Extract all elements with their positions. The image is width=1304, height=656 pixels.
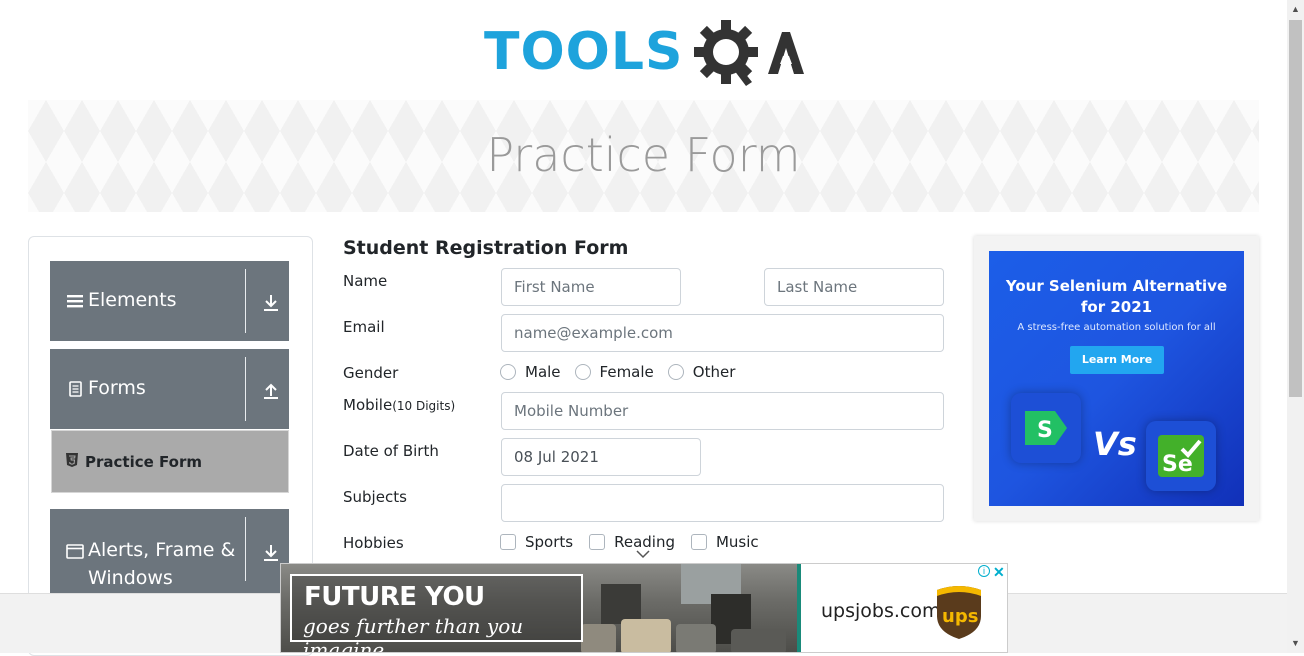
selenium-icon: Se <box>1158 435 1204 477</box>
hobby-option-reading[interactable]: Reading <box>589 533 675 551</box>
gender-option-other[interactable]: Other <box>667 363 736 381</box>
checkbox[interactable] <box>500 534 516 550</box>
first-name-input[interactable] <box>501 268 681 306</box>
ad-headline-line1: Your Selenium Alternative <box>1005 277 1228 295</box>
sidebar-group-elements[interactable]: Elements <box>50 261 289 341</box>
download-arrow-icon[interactable] <box>262 293 280 313</box>
chevron-down-icon[interactable] <box>636 549 650 559</box>
gear-magnifier-icon <box>694 20 804 86</box>
svg-text:ups: ups <box>942 606 978 627</box>
logo-text: TOOLS <box>484 22 684 82</box>
scrollbar-thumb[interactable] <box>1289 20 1302 397</box>
divider <box>245 357 246 421</box>
form-title: Student Registration Form <box>343 237 629 259</box>
ad-headline-line2: for 2021 <box>1080 298 1153 316</box>
ad-photo: FUTURE YOU goes further than you imagine… <box>281 564 797 652</box>
sidebar-item-label: Practice Form <box>85 453 202 471</box>
subjects-label: Subjects <box>343 488 407 506</box>
toolsqa-logo[interactable]: TOOLS <box>484 16 806 90</box>
email-input[interactable] <box>501 314 944 352</box>
sidebar-item-practice-form[interactable]: Practice Form <box>51 430 289 493</box>
sidebar-group-forms[interactable]: Forms <box>50 349 289 429</box>
ad-site-text: upsjobs.com <box>821 600 941 622</box>
radio-label: Female <box>599 363 654 381</box>
scroll-up-icon[interactable]: ▲ <box>1290 4 1301 15</box>
upload-arrow-icon[interactable] <box>262 381 280 401</box>
page-title: Practice Form <box>486 128 801 182</box>
checkbox[interactable] <box>690 534 707 550</box>
hobby-option-sports[interactable]: Sports <box>500 533 573 551</box>
sidebar-group-alerts[interactable]: Alerts, Frame & Windows <box>50 509 289 593</box>
ad-caption-line2: goes further than you imagine. <box>303 614 524 653</box>
mobile-label: Mobile(10 Digits) <box>343 396 455 414</box>
ad-headline: Your Selenium Alternative for 2021 <box>989 276 1244 318</box>
hobbies-label: Hobbies <box>343 534 404 552</box>
checkbox-label: Music <box>715 533 759 551</box>
gender-label: Gender <box>343 364 399 382</box>
mobile-label-text: Mobile <box>343 396 393 414</box>
radio-label: Other <box>692 363 736 381</box>
name-label: Name <box>343 272 388 290</box>
svg-text:S: S <box>1037 418 1053 443</box>
subjects-input[interactable] <box>501 484 944 522</box>
dob-label: Date of Birth <box>343 442 439 460</box>
download-arrow-icon[interactable] <box>262 543 280 563</box>
katalon-logo: S <box>1011 393 1081 463</box>
ups-logo-icon: ups <box>937 586 981 639</box>
learn-more-button[interactable]: Learn More <box>1070 346 1164 374</box>
gender-radio-group: Male Female Other <box>500 362 749 382</box>
gender-option-male[interactable]: Male <box>500 363 561 381</box>
radio-button[interactable] <box>500 364 516 380</box>
selenium-logo: Se <box>1146 421 1216 491</box>
radio-label: Male <box>525 363 561 381</box>
dob-input[interactable] <box>501 438 701 476</box>
ad-info-icon[interactable]: i <box>978 565 990 577</box>
ad-creative[interactable]: Your Selenium Alternative for 2021 A str… <box>989 251 1244 506</box>
scroll-down-icon[interactable]: ▼ <box>1290 638 1301 649</box>
radio-button[interactable] <box>574 364 591 380</box>
versus-text: Vs <box>1093 425 1137 463</box>
document-icon <box>69 381 82 397</box>
gender-option-female[interactable]: Female <box>574 363 654 381</box>
html5-icon <box>66 453 78 467</box>
checkbox-label: Sports <box>525 533 574 551</box>
page-banner: Practice Form <box>28 100 1259 212</box>
radio-button[interactable] <box>667 364 684 380</box>
email-label: Email <box>343 318 385 336</box>
sidebar-group-label: Alerts, Frame & <box>88 539 236 561</box>
katalon-icon: S <box>1025 411 1067 445</box>
sidebar-group-label: Elements <box>88 289 177 311</box>
window-icon <box>66 544 84 559</box>
divider <box>245 269 246 333</box>
sidebar-group-label: Forms <box>88 377 146 399</box>
ad-banner-bottom[interactable]: FUTURE YOU goes further than you imagine… <box>280 563 1008 653</box>
ad-caption-line1: FUTURE YOU <box>304 582 485 612</box>
mobile-input[interactable] <box>501 392 944 430</box>
hamburger-icon <box>67 295 83 308</box>
ad-caption: FUTURE YOU goes further than you imagine… <box>290 574 583 652</box>
mobile-hint: (10 Digits) <box>392 399 456 413</box>
ad-sidebar[interactable]: Your Selenium Alternative for 2021 A str… <box>974 236 1259 521</box>
hobby-option-music[interactable]: Music <box>690 533 759 551</box>
ad-divider <box>797 564 801 652</box>
traffic-image <box>581 564 786 652</box>
checkbox[interactable] <box>589 534 606 550</box>
divider <box>245 517 246 581</box>
ad-subtext: A stress-free automation solution for al… <box>1017 322 1216 333</box>
sidebar-group-label-line2: Windows <box>88 567 173 589</box>
last-name-input[interactable] <box>764 268 944 306</box>
ad-close-icon[interactable]: ✕ <box>993 564 1005 581</box>
